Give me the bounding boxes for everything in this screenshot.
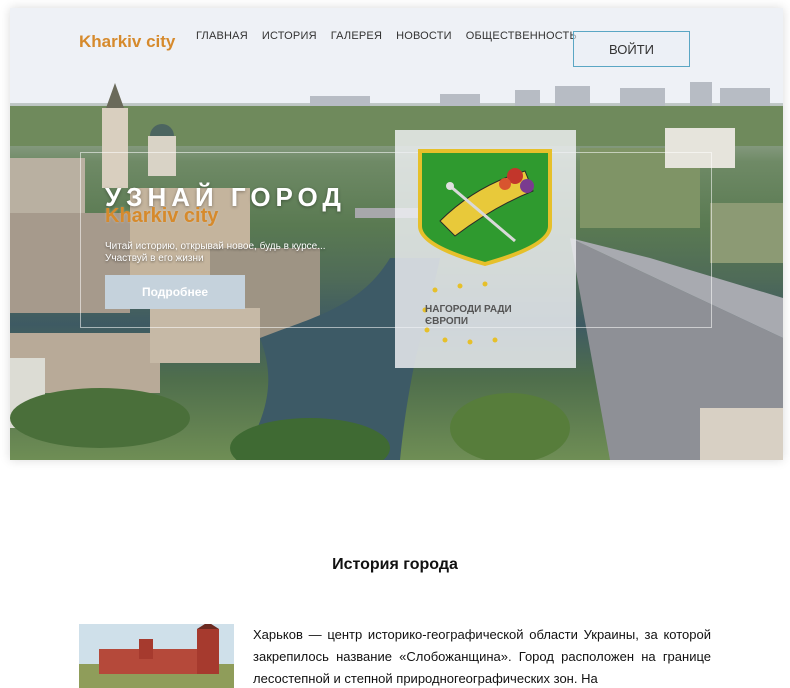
- hero-subtitle: Kharkiv city: [105, 205, 219, 227]
- login-button[interactable]: ВОЙТИ: [573, 31, 690, 67]
- history-painting: [79, 624, 234, 688]
- eu-badge-text: НАГОРОДИ РАДИ ЄВРОПИ: [425, 304, 512, 327]
- nav-item-gallery[interactable]: ГАЛЕРЕЯ: [331, 30, 382, 42]
- site-logo[interactable]: Kharkiv city: [79, 32, 175, 52]
- history-title: История города: [332, 556, 458, 573]
- nav-item-history[interactable]: ИСТОРИЯ: [262, 30, 317, 42]
- hero-banner: Kharkiv city ГЛАВНАЯ ИСТОРИЯ ГАЛЕРЕЯ НОВ…: [10, 8, 783, 460]
- nav-item-news[interactable]: НОВОСТИ: [396, 30, 452, 42]
- more-button[interactable]: Подробнее: [105, 275, 245, 309]
- nav-item-home[interactable]: ГЛАВНАЯ: [196, 30, 248, 42]
- hero-text: Читай историю, открывай новое, будь в ку…: [105, 241, 326, 264]
- main-nav: ГЛАВНАЯ ИСТОРИЯ ГАЛЕРЕЯ НОВОСТИ ОБЩЕСТВЕ…: [196, 30, 577, 42]
- emblem-panel: НАГОРОДИ РАДИ ЄВРОПИ: [395, 130, 576, 368]
- history-text: Харьков — центр историко-географической …: [253, 627, 711, 686]
- kharkiv-coat-of-arms-icon: [418, 149, 552, 266]
- nav-item-community[interactable]: ОБЩЕСТВЕННОСТЬ: [466, 30, 577, 42]
